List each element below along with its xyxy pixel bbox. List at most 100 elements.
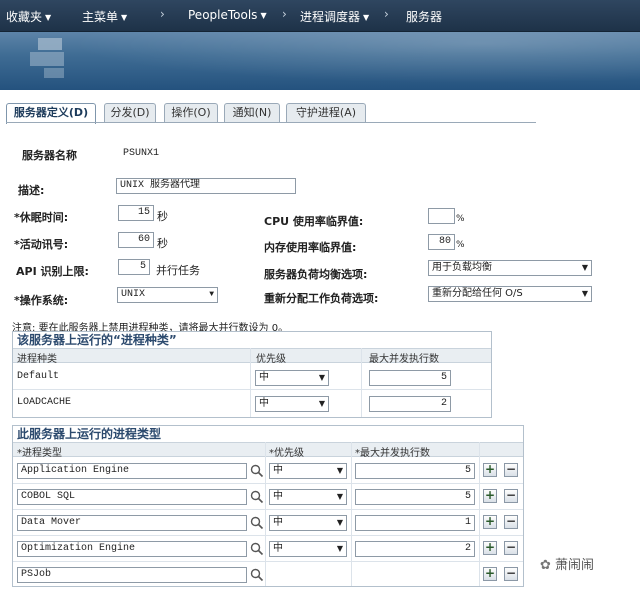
priority-select[interactable]: 中 ▼ [255,370,329,386]
watermark-label: ✿ 萧闹闹 [540,554,594,573]
priority-select[interactable]: 中 ▼ [269,515,347,531]
api-limit-label: API 识别上限: [16,265,89,278]
col-header-type: *进程类型 [17,448,62,459]
search-icon[interactable] [250,568,264,582]
process-type-input[interactable]: Optimization Engine [17,541,247,557]
priority-value: 中 [259,372,269,383]
redistribute-label: 重新分配工作负荷选项: [264,292,379,305]
max-concurrent-input[interactable]: 2 [369,396,451,412]
header-banner [0,32,640,90]
max-concurrent-input[interactable]: 5 [355,463,475,479]
process-categories-title: 该服务器上运行的“进程种类” [13,332,491,348]
plus-icon[interactable]: + [483,541,497,555]
minus-icon[interactable]: − [504,515,518,529]
tab-server-definition[interactable]: 服务器定义(D) [6,103,96,124]
watermark-text: 萧闹闹 [555,558,595,573]
process-type-input[interactable]: Application Engine [17,463,247,479]
memory-threshold-unit: % [456,240,465,250]
minus-icon[interactable]: − [504,489,518,503]
tab-notification[interactable]: 通知(N) [224,103,280,122]
chevron-down-icon: ▼ [363,13,370,22]
tab-underline [6,122,536,123]
table-row: LOADCACHE 中 ▼ 2 [13,390,491,417]
process-categories-header: 进程种类 优先级 最大并发执行数 [13,348,491,365]
search-icon[interactable] [250,490,264,504]
priority-value: 中 [273,543,283,554]
breadcrumb-separator-icon: › [384,7,389,21]
max-concurrent-input[interactable]: 5 [355,489,475,505]
search-icon[interactable] [250,516,264,530]
process-types-grid: 此服务器上运行的进程类型 *进程类型 *优先级 *最大并发执行数 Applica… [12,425,524,587]
col-header-priority: *优先级 [269,448,304,459]
priority-select[interactable]: 中 ▼ [269,541,347,557]
sleep-time-unit: 秒 [157,210,168,223]
cpu-threshold-unit: % [456,214,465,224]
minus-icon[interactable]: − [504,463,518,477]
nav-process-scheduler-label: 进程调度器 [300,10,361,24]
nav-server[interactable]: 服务器 [406,8,442,25]
priority-select[interactable]: 中 ▼ [269,489,347,505]
nav-peopletools-label: PeopleTools [188,8,258,22]
tab-distribution[interactable]: 分发(D) [104,103,156,122]
chevron-down-icon: ▼ [336,544,343,553]
redistribute-select-value: 重新分配给任何 O/S [432,288,523,299]
max-concurrent-input[interactable]: 2 [355,541,475,557]
nav-favorites[interactable]: 收藏夹 ▼ [6,8,51,25]
heartbeat-unit: 秒 [157,237,168,250]
priority-value: 中 [273,517,283,528]
cpu-threshold-input[interactable] [428,208,455,224]
minus-icon[interactable]: − [504,541,518,555]
sleep-time-input[interactable]: 15 [118,205,154,221]
table-row: Application Engine 中 ▼ 5 + − [13,458,523,484]
wechat-icon: ✿ [540,558,556,573]
nav-process-scheduler[interactable]: 进程调度器 ▼ [300,8,369,25]
priority-value: 中 [259,398,269,409]
process-type-input[interactable]: PSJob [17,567,247,583]
chevron-down-icon: ▼ [336,492,343,501]
load-balance-select[interactable]: 用于负载均衡 ▼ [428,260,592,276]
breadcrumb-separator-icon: › [282,7,287,21]
tab-operations[interactable]: 操作(O) [164,103,218,122]
logo-blur [38,38,62,50]
priority-select[interactable]: 中 ▼ [269,463,347,479]
os-select[interactable]: UNIX ▼ [117,287,218,303]
description-input[interactable]: UNIX 服务器代理 [116,178,296,194]
nav-main-menu[interactable]: 主菜单 ▼ [82,8,127,25]
sleep-time-label: *休眠时间: [14,211,69,224]
plus-icon[interactable]: + [483,463,497,477]
chevron-down-icon: ▼ [318,373,325,382]
priority-value: 中 [273,465,283,476]
memory-threshold-input[interactable]: 80 [428,234,455,250]
process-types-header: *进程类型 *优先级 *最大并发执行数 [13,442,523,459]
max-concurrent-input[interactable]: 5 [369,370,451,386]
redistribute-select[interactable]: 重新分配给任何 O/S ▼ [428,286,592,302]
priority-select[interactable]: 中 ▼ [255,396,329,412]
chevron-down-icon: ▼ [45,13,52,22]
search-icon[interactable] [250,542,264,556]
col-header-max: 最大并发执行数 [369,354,439,365]
plus-icon[interactable]: + [483,567,497,581]
process-type-input[interactable]: Data Mover [17,515,247,531]
chevron-down-icon: ▼ [581,289,588,298]
chevron-down-icon: ▼ [260,11,267,20]
chevron-down-icon: ▼ [318,399,325,408]
max-concurrent-input[interactable]: 1 [355,515,475,531]
chevron-down-icon: ▼ [336,518,343,527]
plus-icon[interactable]: + [483,489,497,503]
heartbeat-label: *活动讯号: [14,238,69,251]
api-limit-input[interactable]: 5 [118,259,150,275]
os-label: *操作系统: [14,294,69,307]
nav-peopletools[interactable]: PeopleTools ▼ [188,8,267,22]
load-balance-select-value: 用于负载均衡 [432,262,492,273]
process-type-input[interactable]: COBOL SQL [17,489,247,505]
chevron-down-icon: ▼ [209,290,214,299]
heartbeat-input[interactable]: 60 [118,232,154,248]
col-header-max: *最大并发执行数 [355,448,430,459]
chevron-down-icon: ▼ [121,13,128,22]
load-balance-label: 服务器负荷均衡选项: [264,268,368,281]
plus-icon[interactable]: + [483,515,497,529]
search-icon[interactable] [250,464,264,478]
tab-daemon[interactable]: 守护进程(A) [286,103,366,122]
minus-icon[interactable]: − [504,567,518,581]
col-header-category: 进程种类 [17,354,57,365]
